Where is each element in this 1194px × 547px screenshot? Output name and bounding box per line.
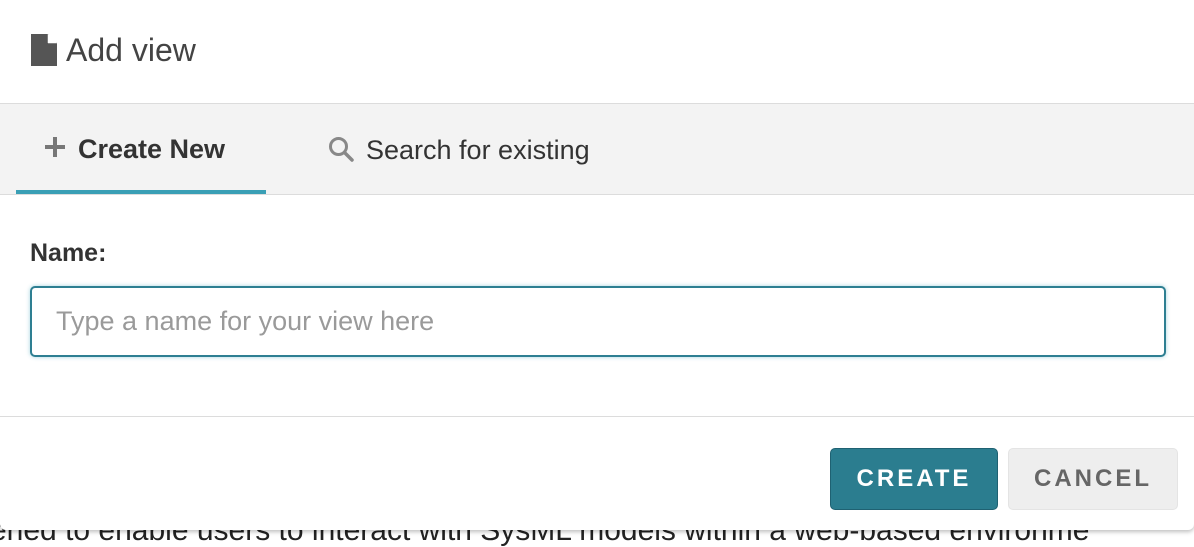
tab-create-new[interactable]: Create New — [16, 104, 266, 194]
name-input[interactable] — [30, 286, 1166, 357]
tab-bar: Create New Search for existing — [0, 104, 1194, 195]
tab-create-new-label: Create New — [78, 133, 226, 164]
dialog-body: Name: — [0, 195, 1194, 417]
add-view-dialog: Add view Create New Search for existing … — [0, 0, 1194, 530]
plus-icon — [45, 137, 65, 157]
dialog-title: Add view — [66, 32, 196, 68]
create-button[interactable]: CREATE — [830, 448, 998, 510]
search-icon — [329, 137, 354, 162]
dialog-header: Add view — [0, 0, 1194, 104]
document-icon — [31, 34, 57, 66]
tab-search-existing[interactable]: Search for existing — [326, 104, 590, 194]
dialog-footer: CREATE CANCEL — [0, 417, 1194, 528]
cancel-button[interactable]: CANCEL — [1008, 448, 1178, 510]
name-label: Name: — [30, 239, 107, 267]
tab-search-existing-label: Search for existing — [366, 134, 590, 165]
